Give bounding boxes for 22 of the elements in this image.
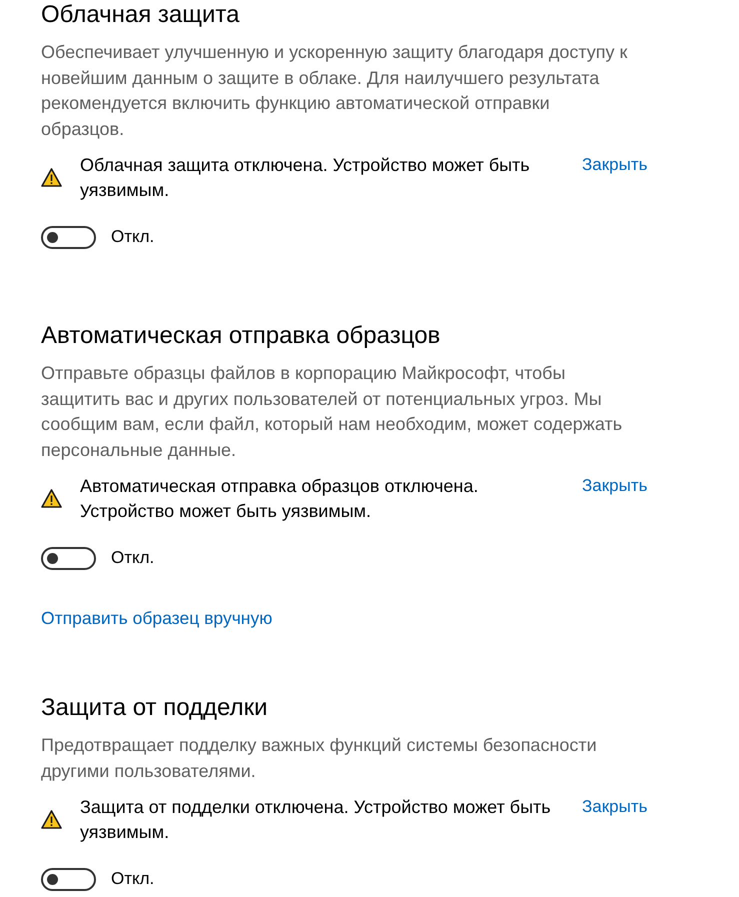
toggle-switch[interactable]: [41, 226, 96, 248]
section-title: Облачная защита: [41, 0, 240, 30]
section-description: Предотвращает подделку важных функций системы безопасности другими пользователями.: [41, 734, 598, 783]
close-link[interactable]: Закрыть: [582, 153, 648, 178]
close-link[interactable]: Закрыть: [582, 795, 648, 820]
submit-sample-link[interactable]: Отправить образец вручную: [41, 606, 272, 630]
toggle-switch[interactable]: [41, 868, 96, 890]
toggle-label: Откл.: [111, 226, 154, 248]
warning-message: Защита от подделки отключена. Устройство может быть уязвимым.: [80, 796, 552, 844]
section-title: Защита от подделки: [41, 693, 268, 723]
warning-message: Автоматическая отправка образцов отключена. Устройство может быть уязвимым.: [80, 475, 480, 523]
section-title: Автоматическая отправка образцов: [41, 321, 440, 351]
close-link[interactable]: Закрыть: [582, 474, 648, 498]
section-description: Обеспечивает улучшенную и ускоренную защиту благодаря доступу к новейшим данным о защите в облаке. Для наилучшего результата рекомендуется включить функцию автоматической отправки образцов.: [41, 41, 628, 141]
warning-icon: [41, 168, 62, 187]
toggle-label: Откл.: [111, 868, 154, 890]
warning-icon: [41, 489, 62, 508]
toggle-switch[interactable]: [41, 546, 96, 570]
warning-message: Облачная защита отключена. Устройство может быть уязвимым.: [80, 154, 531, 202]
toggle-label: Откл.: [111, 547, 154, 569]
section-description: Отправьте образцы файлов в корпорацию Майкрософт, чтобы защитить вас и других пользователей от потенциальных угроз. Мы сообщим вам, если файл, который нам необходим, может содержать персональные данные.: [41, 362, 624, 462]
warning-icon: [41, 810, 62, 829]
